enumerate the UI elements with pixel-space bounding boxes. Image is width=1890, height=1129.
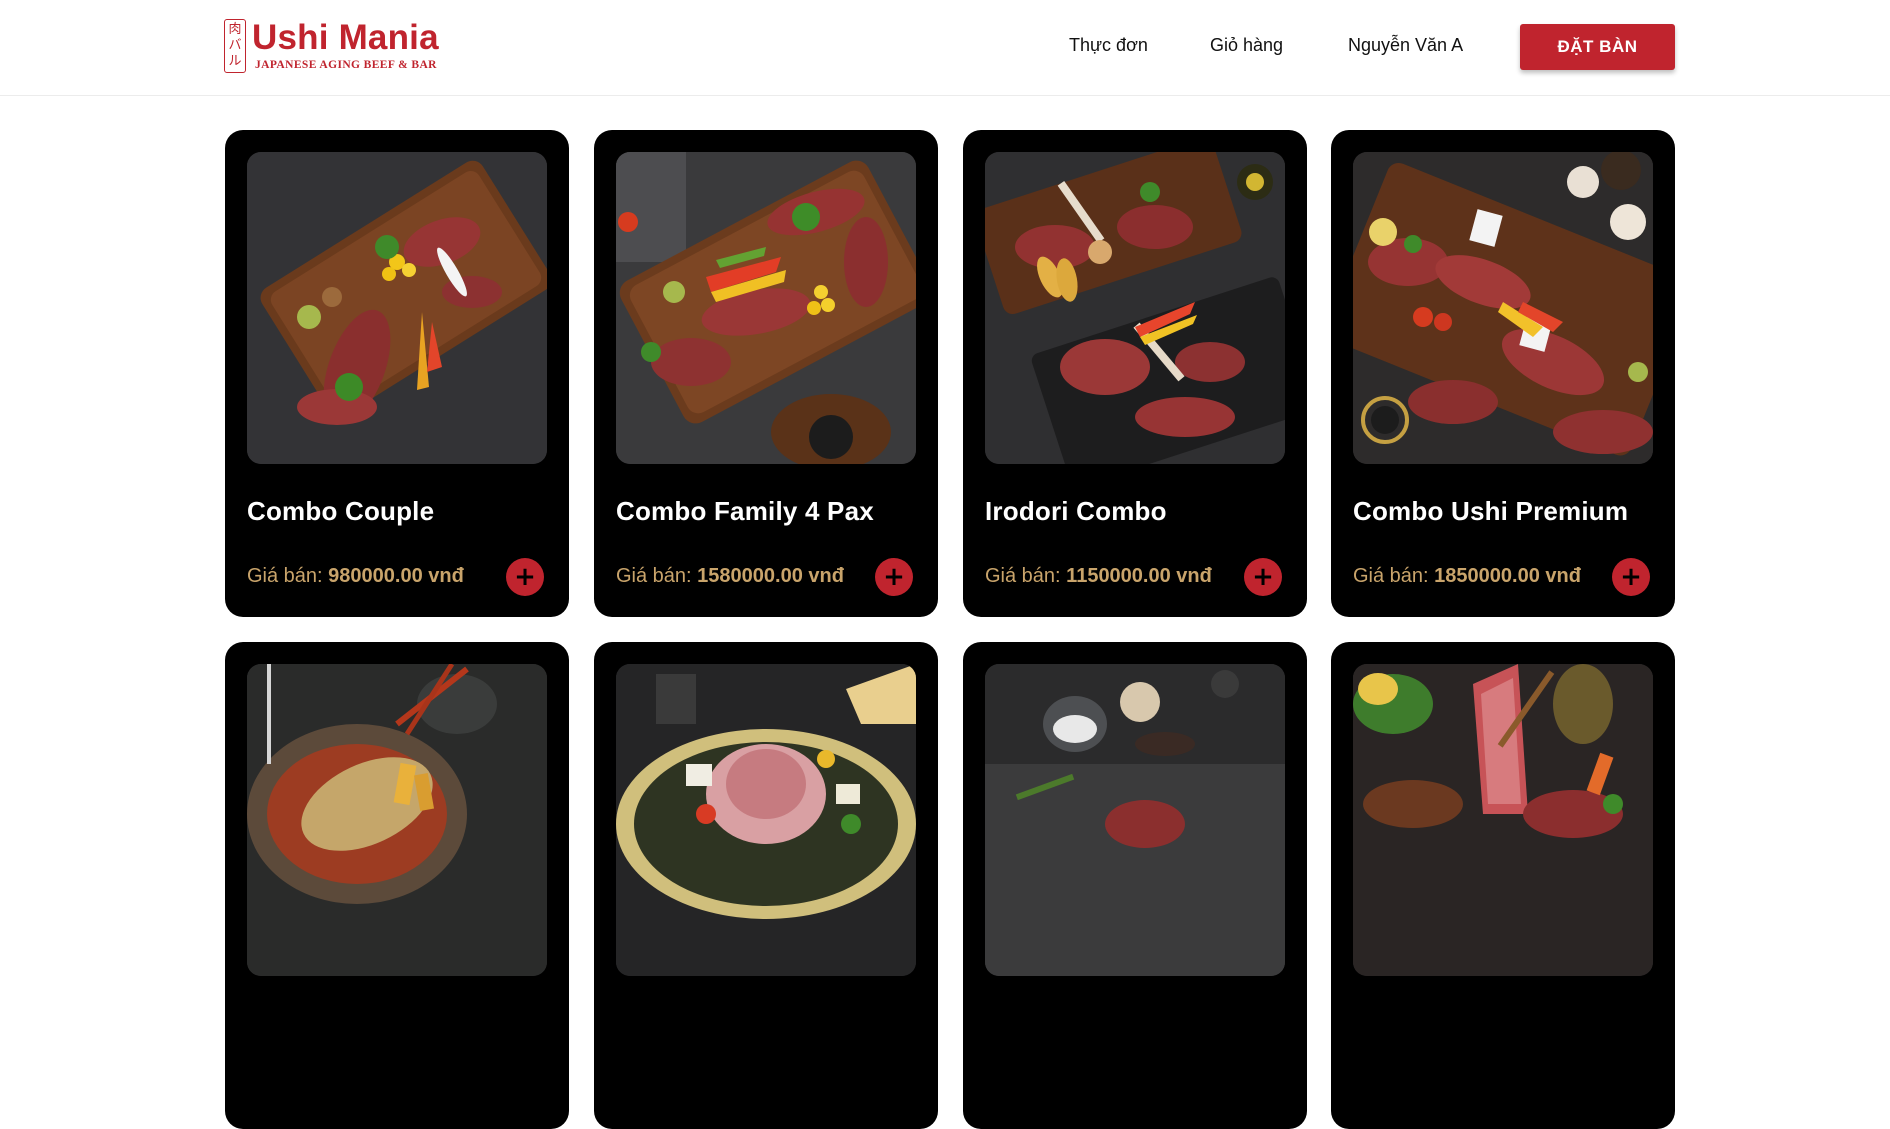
add-to-cart-button[interactable]: + (875, 558, 913, 596)
nav-cart-link[interactable]: Giỏ hàng (1210, 35, 1283, 56)
book-table-button[interactable]: ĐẶT BÀN (1520, 24, 1675, 70)
logo-title: Ushi Mania (252, 18, 439, 57)
add-to-cart-button[interactable]: + (1244, 558, 1282, 596)
product-name: Combo Ushi Premium (1353, 496, 1629, 526)
product-card[interactable] (225, 642, 569, 1129)
price-value: 980000.00 vnđ (328, 565, 464, 587)
site-header: 肉バル Ushi Mania JAPANESE AGING BEEF & BAR… (0, 0, 1890, 96)
product-price: Giá bán: 1850000.00 vnđ (1353, 565, 1581, 588)
product-name: Combo Family 4 Pax (616, 496, 874, 526)
product-card[interactable]: Combo Family 4 Pax Giá bán: 1580000.00 v… (594, 130, 938, 617)
nav-menu-link[interactable]: Thực đơn (1069, 35, 1148, 56)
logo-subtitle: JAPANESE AGING BEEF & BAR (255, 59, 437, 71)
price-label: Giá bán: (616, 565, 692, 587)
product-image[interactable] (1353, 664, 1653, 976)
price-value: 1150000.00 vnđ (1066, 565, 1212, 587)
product-image[interactable] (985, 664, 1285, 976)
product-name: Combo Couple (247, 496, 435, 526)
price-value: 1850000.00 vnđ (1434, 565, 1581, 587)
price-value: 1580000.00 vnđ (697, 565, 844, 587)
product-price: Giá bán: 980000.00 vnđ (247, 565, 464, 588)
product-name: Irodori Combo (985, 496, 1167, 526)
price-label: Giá bán: (985, 565, 1061, 587)
product-card[interactable]: Combo Couple Giá bán: 980000.00 vnđ + (225, 130, 569, 617)
product-image[interactable] (616, 152, 916, 464)
logo[interactable]: 肉バル Ushi Mania JAPANESE AGING BEEF & BAR (224, 19, 439, 75)
product-image[interactable] (247, 664, 547, 976)
product-image[interactable] (247, 152, 547, 464)
nav-user-link[interactable]: Nguyễn Văn A (1348, 35, 1463, 56)
product-card[interactable]: Irodori Combo Giá bán: 1150000.00 vnđ + (963, 130, 1307, 617)
add-to-cart-button[interactable]: + (506, 558, 544, 596)
price-label: Giá bán: (1353, 565, 1429, 587)
add-to-cart-button[interactable]: + (1612, 558, 1650, 596)
product-image[interactable] (985, 152, 1285, 464)
product-price: Giá bán: 1150000.00 vnđ (985, 565, 1212, 588)
product-card[interactable] (594, 642, 938, 1129)
product-card[interactable] (963, 642, 1307, 1129)
logo-seal: 肉バル (224, 19, 246, 73)
price-label: Giá bán: (247, 565, 323, 587)
product-image[interactable] (616, 664, 916, 976)
product-card[interactable] (1331, 642, 1675, 1129)
product-price: Giá bán: 1580000.00 vnđ (616, 565, 844, 588)
product-image[interactable] (1353, 152, 1653, 464)
product-card[interactable]: Combo Ushi Premium Giá bán: 1850000.00 v… (1331, 130, 1675, 617)
